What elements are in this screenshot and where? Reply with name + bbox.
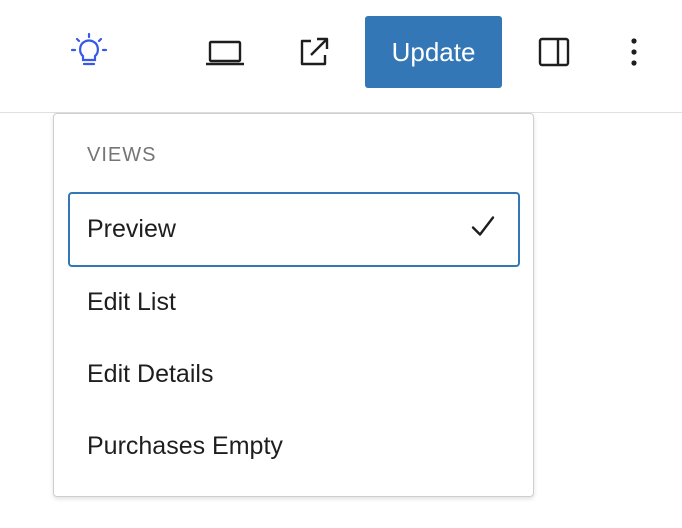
editor-toolbar: Update [0, 0, 682, 113]
views-dropdown-menu: VIEWS Preview Edit List Edit Details Pur… [53, 113, 534, 497]
sidebar-toggle-icon[interactable] [534, 32, 574, 72]
laptop-icon[interactable] [203, 32, 247, 72]
menu-item-edit-list[interactable]: Edit List [68, 265, 520, 340]
more-options-icon[interactable] [622, 32, 646, 72]
menu-item-purchases-empty[interactable]: Purchases Empty [68, 409, 520, 484]
checkmark-icon [470, 214, 496, 245]
menu-item-preview[interactable]: Preview [68, 192, 520, 267]
external-link-icon[interactable] [294, 32, 334, 72]
menu-item-label: Purchases Empty [87, 432, 283, 460]
menu-item-label: Edit List [87, 288, 176, 316]
update-button[interactable]: Update [365, 16, 502, 88]
menu-item-edit-details[interactable]: Edit Details [68, 337, 520, 412]
views-group-title: VIEWS [87, 144, 157, 166]
menu-item-label: Edit Details [87, 360, 214, 388]
lightbulb-icon[interactable] [66, 30, 112, 76]
menu-item-label: Preview [87, 215, 176, 243]
